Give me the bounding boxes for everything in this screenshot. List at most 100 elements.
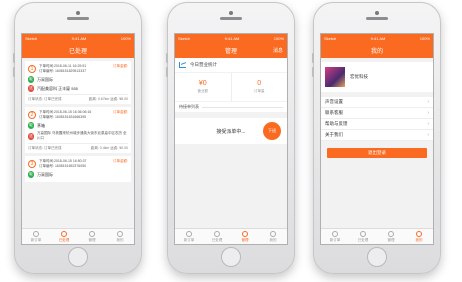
battery-label: 100%: [273, 35, 284, 41]
dropoff-pin-icon: 送: [28, 85, 34, 92]
pickup-row: 取 茅箱: [28, 122, 128, 129]
battery-label: 100%: [120, 35, 131, 41]
dropoff-address: 万高国际 乌鲁醒来杭州城步通英大街东北泉高中区农历 全川口: [37, 131, 127, 140]
order-info: 下单时间:2018-06-15 16:50:37 订单编号: 160815165…: [39, 159, 86, 169]
order-fee: 距离: 0.67km 运费: ¥8.00: [88, 97, 128, 101]
volume-button: [13, 53, 15, 63]
today-stats-label: 今日营业统计: [190, 62, 217, 67]
tab-label: 新订单: [183, 237, 195, 242]
profile-card[interactable]: 宏优科技: [321, 62, 433, 92]
logout-button[interactable]: 退出登录: [327, 148, 427, 158]
status-bar: Sketch 9:41 AM 100%: [22, 34, 134, 42]
tab-mine[interactable]: 我的: [405, 229, 433, 244]
tab-label: 已处理: [211, 237, 223, 242]
tab-bar: 新订单 已处理 管理 我的: [321, 228, 433, 244]
page-title: 管理: [224, 48, 237, 55]
dropoff-row: 送 汽配美容科 正丰厦 555: [28, 85, 128, 92]
order-no: 订单编号: 1608151652376050: [39, 164, 87, 168]
order-info: 下单时间:2018-06-11 16:29:51 订单编号: 160815182…: [39, 64, 86, 74]
order-number-circle: 3: [28, 160, 36, 168]
tab-icon: [61, 230, 67, 237]
line-chart-icon: [179, 62, 186, 68]
tab-label: 我的: [269, 237, 277, 242]
tab-icon: [416, 230, 422, 237]
tab-manage[interactable]: 管理: [78, 229, 106, 244]
pending-list-header: 待接单列表: [175, 102, 287, 112]
chevron-right-icon: ›: [427, 132, 429, 138]
tab-mine[interactable]: 我的: [106, 229, 134, 244]
avatar: [325, 67, 345, 87]
order-card[interactable]: 订单金额: 3 下单时间:2018-06-15 16:50:37 订单编号: 1…: [25, 156, 131, 182]
volume-button: [166, 53, 168, 63]
pickup-address: 茅箱: [37, 122, 45, 128]
carrier-label: Sketch: [178, 35, 191, 41]
stats-panel: ¥0 营业额 0 订单量: [175, 73, 287, 101]
tab-icon: [33, 230, 39, 237]
tab-label: 新订单: [329, 237, 341, 242]
clock-label: 9:41 AM: [71, 35, 87, 41]
pickup-pin-icon: 取: [28, 76, 34, 83]
profile-name: 宏优科技: [350, 74, 368, 79]
order-number-circle: 2: [28, 111, 36, 119]
menu-item-help-feedback[interactable]: 帮助与反馈 ›: [321, 119, 433, 130]
order-status: 订单状态: 订单已完成: [28, 146, 62, 150]
camera-dot: [76, 11, 80, 15]
tab-new-orders[interactable]: 新订单: [22, 229, 50, 244]
tab-manage[interactable]: 管理: [377, 229, 405, 244]
tab-label: 管理: [88, 237, 96, 242]
home-button: [68, 247, 88, 267]
tab-new-orders[interactable]: 新订单: [321, 229, 349, 244]
tab-icon: [117, 230, 123, 237]
stat-label: 订单量: [254, 89, 265, 93]
home-button: [221, 247, 241, 267]
tab-processed[interactable]: 已处理: [203, 229, 231, 244]
tab-processed[interactable]: 已处理: [349, 229, 377, 244]
order-no: 订单编号: 1608151631666395: [39, 115, 87, 119]
stat-revenue: ¥0 营业额: [175, 73, 231, 101]
volume-button: [312, 53, 314, 63]
menu-item-contact-support[interactable]: 联系客服 ›: [321, 108, 433, 119]
messages-button[interactable]: 消息: [273, 47, 283, 54]
tab-icon: [270, 230, 276, 237]
tab-mine[interactable]: 我的: [259, 229, 287, 244]
tab-icon: [186, 230, 192, 237]
menu-label: 声音设置: [325, 99, 343, 104]
menu-item-sound-settings[interactable]: 声音设置 ›: [321, 97, 433, 108]
volume-button: [166, 67, 168, 77]
order-card[interactable]: 订单金额: 2 下单时间:2018-06-15 16:36:06:16 订单编号…: [25, 107, 131, 153]
order-amount-badge: 订单金额:: [113, 110, 128, 114]
chevron-right-icon: ›: [427, 99, 429, 105]
off-duty-button[interactable]: 下班: [263, 122, 281, 140]
pickup-address: 万采国际: [37, 171, 53, 177]
order-meta: 订单状态: 订单已完成 距离: 0.4km 运费: ¥0.00: [28, 143, 128, 151]
stat-value: ¥0: [198, 80, 207, 87]
pending-label: 待接单列表: [179, 104, 199, 109]
order-info: 下单时间:2018-06-15 16:36:06:16 订单编号: 160815…: [39, 110, 91, 120]
tab-bar: 新订单 已处理 管理 我的: [175, 228, 287, 244]
order-fee: 距离: 0.4km 运费: ¥0.00: [90, 146, 128, 150]
tab-label: 我的: [116, 237, 124, 242]
order-card[interactable]: 订单金额: 1 下单时间:2018-06-11 16:29:51 订单编号: 1…: [25, 61, 131, 104]
tab-manage[interactable]: 管理: [231, 229, 259, 244]
tab-label: 管理: [241, 237, 249, 242]
tab-label: 已处理: [58, 237, 70, 242]
order-no: 订单编号: 1608151829513337: [39, 69, 87, 73]
today-stats-header[interactable]: 今日营业统计: [175, 58, 287, 72]
speaker-grille: [67, 17, 89, 20]
tab-new-orders[interactable]: 新订单: [175, 229, 203, 244]
phone-mockup-manage: Sketch 9:41 AM 100% 管理 消息 今日营业统计 ¥0 营业额 …: [166, 2, 295, 274]
nav-bar: 我的: [321, 42, 433, 58]
tab-label: 新订单: [30, 237, 42, 242]
battery-label: 100%: [419, 35, 430, 41]
tab-icon: [332, 230, 338, 237]
tab-processed[interactable]: 已处理: [50, 229, 78, 244]
page-title: 已处理: [68, 48, 87, 55]
status-bar: Sketch 9:41 AM 100%: [175, 34, 287, 42]
taking-orders-status: 接受派单中...: [216, 128, 246, 135]
dropoff-address: 汽配美容科 正丰厦 555: [37, 85, 78, 91]
phone-mockup-orders: Sketch 9:41 AM 100% 已处理 订单金额: 1 下单时间:201…: [13, 2, 142, 274]
chevron-right-icon: ›: [427, 121, 429, 127]
dropoff-pin-icon: 送: [28, 132, 34, 140]
screen-mine: Sketch 9:41 AM 100% 我的 宏优科技 声音设置 › 联系客服 › …: [320, 33, 434, 245]
menu-item-about-us[interactable]: 关于我们 ›: [321, 130, 433, 141]
